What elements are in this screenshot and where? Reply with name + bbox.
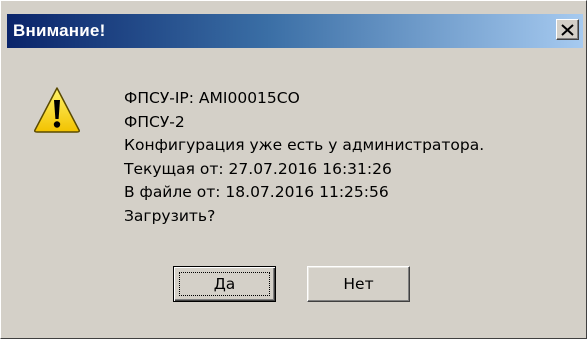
message-line-type: ФПСУ-2 <box>124 112 185 131</box>
warning-icon <box>34 87 80 133</box>
message-line-config: Конфигурация уже есть у администратора. <box>124 136 485 154</box>
message-text: ФПСУ-IP: AMI00015CO ФПСУ-2 Конфигурация … <box>124 87 484 228</box>
message-line-file: В файле от: 18.07.2016 11:25:56 <box>124 183 389 201</box>
close-icon <box>561 23 574 36</box>
message-line-question: Загрузить? <box>124 206 216 225</box>
yes-button[interactable]: Да <box>173 266 276 302</box>
message-line-current: Текущая от: 27.07.2016 16:31:26 <box>124 159 392 178</box>
dialog-title: Внимание! <box>13 21 106 40</box>
message-line-device: ФПСУ-IP: AMI00015CO <box>124 89 300 107</box>
dialog-window: Внимание! ФПСУ-IP: AMI00015CO ФПСУ-2 Кон… <box>0 0 587 339</box>
no-button-label: Нет <box>343 275 374 293</box>
close-button[interactable] <box>556 19 579 40</box>
title-bar[interactable]: Внимание! <box>7 14 583 48</box>
focus-rectangle <box>179 272 270 296</box>
no-button[interactable]: Нет <box>307 266 410 302</box>
